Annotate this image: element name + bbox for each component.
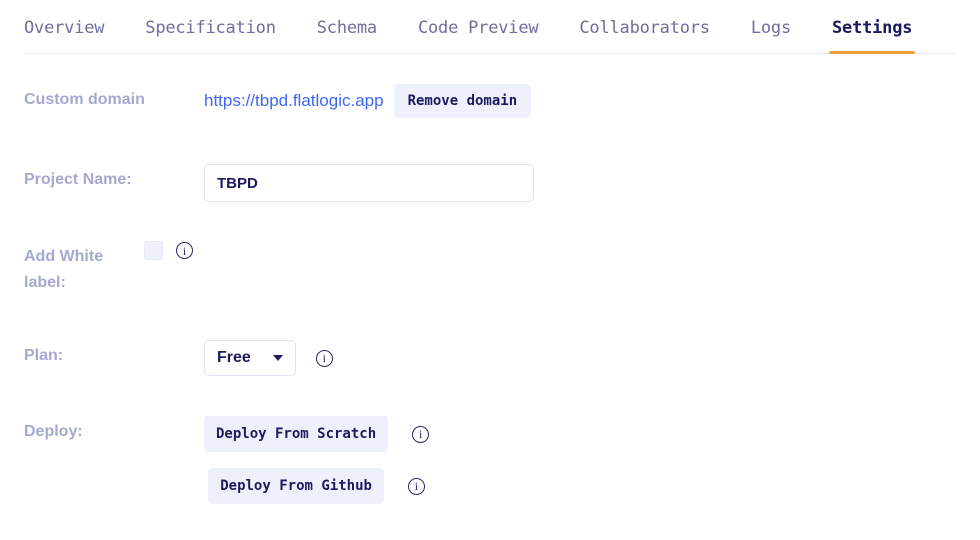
project-name-label: Project Name: (24, 171, 132, 188)
white-label-label: Add White label: (24, 248, 104, 291)
tab-settings[interactable]: Settings (828, 18, 916, 54)
tab-collaborators[interactable]: Collaborators (579, 18, 710, 54)
white-label-checkbox[interactable] (144, 241, 163, 260)
row-custom-domain: Custom domain https://tbpd.flatlogic.app… (24, 84, 956, 118)
plan-select[interactable]: Free (204, 340, 296, 376)
chevron-down-icon (272, 355, 283, 361)
tab-code-preview[interactable]: Code Preview (418, 18, 539, 54)
row-project-name: Project Name: (24, 164, 956, 202)
deploy-from-github-button[interactable]: Deploy From Github (208, 468, 384, 504)
custom-domain-field: https://tbpd.flatlogic.app Remove domain (204, 84, 532, 118)
info-icon[interactable]: i (412, 425, 430, 443)
custom-domain-label: Custom domain (24, 91, 145, 108)
custom-domain-link[interactable]: https://tbpd.flatlogic.app (204, 91, 384, 111)
settings-form: Custom domain https://tbpd.flatlogic.app… (0, 54, 980, 504)
tab-logs[interactable]: Logs (751, 18, 791, 54)
info-icon[interactable]: i (315, 349, 333, 367)
project-tabs: Overview Specification Schema Code Previ… (0, 0, 980, 54)
deploy-github-line: Deploy From Github i (208, 468, 425, 504)
plan-field: Free i (204, 340, 333, 376)
deploy-label: Deploy: (24, 423, 83, 440)
deploy-scratch-line: Deploy From Scratch i (204, 416, 430, 452)
deploy-field: Deploy From Scratch i Deploy From Github… (204, 416, 430, 504)
row-white-label: Add White label: i (24, 241, 956, 296)
plan-select-value: Free (217, 349, 251, 366)
info-icon[interactable]: i (176, 242, 193, 259)
row-plan: Plan: Free i (24, 340, 956, 376)
tab-overview[interactable]: Overview (24, 18, 104, 54)
remove-domain-button[interactable]: Remove domain (393, 84, 532, 118)
info-icon[interactable]: i (407, 477, 425, 495)
tab-specification[interactable]: Specification (145, 18, 276, 54)
tab-schema[interactable]: Schema (317, 18, 377, 54)
row-deploy: Deploy: Deploy From Scratch i Deploy Fro… (24, 416, 956, 504)
project-name-input[interactable] (204, 164, 534, 202)
white-label-field: i (144, 241, 193, 260)
project-name-field (204, 164, 534, 202)
deploy-from-scratch-button[interactable]: Deploy From Scratch (204, 416, 389, 452)
plan-label: Plan: (24, 347, 64, 364)
